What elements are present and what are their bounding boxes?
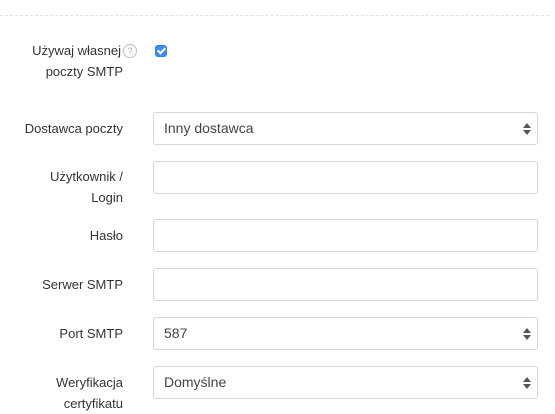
cert-verification-select-value: Domyślne	[164, 374, 227, 390]
cert-verification-label-line2: certyfikatu	[63, 396, 123, 411]
password-label: Hasło	[89, 228, 123, 243]
username-label: Użytkownik / Login	[0, 166, 123, 208]
own-smtp-checkbox[interactable]	[155, 45, 167, 57]
select-arrows-icon	[523, 123, 531, 135]
smtp-port-select-value: 587	[164, 325, 188, 341]
section-divider	[0, 15, 549, 16]
smtp-port-select[interactable]: 587	[153, 317, 538, 350]
cert-verification-select[interactable]: Domyślne	[153, 366, 538, 399]
select-arrows-icon	[523, 328, 531, 340]
cert-verification-label: Weryfikacja certyfikatu	[0, 372, 123, 414]
provider-label: Dostawca poczty	[24, 121, 123, 136]
provider-select-value: Inny dostawca	[164, 120, 254, 136]
smtp-server-label: Serwer SMTP	[42, 277, 123, 292]
password-input[interactable]	[153, 219, 538, 252]
help-icon[interactable]: ?	[123, 44, 137, 58]
username-label-line1: Użytkownik /	[50, 169, 123, 184]
username-input[interactable]	[153, 161, 538, 194]
own-smtp-label: Używaj własnej? poczty SMTP	[0, 40, 137, 82]
own-smtp-label-line1: Używaj własnej	[32, 43, 121, 58]
provider-select[interactable]: Inny dostawca	[153, 112, 538, 145]
smtp-port-label: Port SMTP	[59, 326, 123, 341]
cert-verification-label-line1: Weryfikacja	[56, 375, 123, 390]
username-label-line2: Login	[91, 190, 123, 205]
smtp-server-input[interactable]	[153, 268, 538, 301]
select-arrows-icon	[523, 377, 531, 389]
own-smtp-label-line2: poczty SMTP	[45, 64, 123, 79]
